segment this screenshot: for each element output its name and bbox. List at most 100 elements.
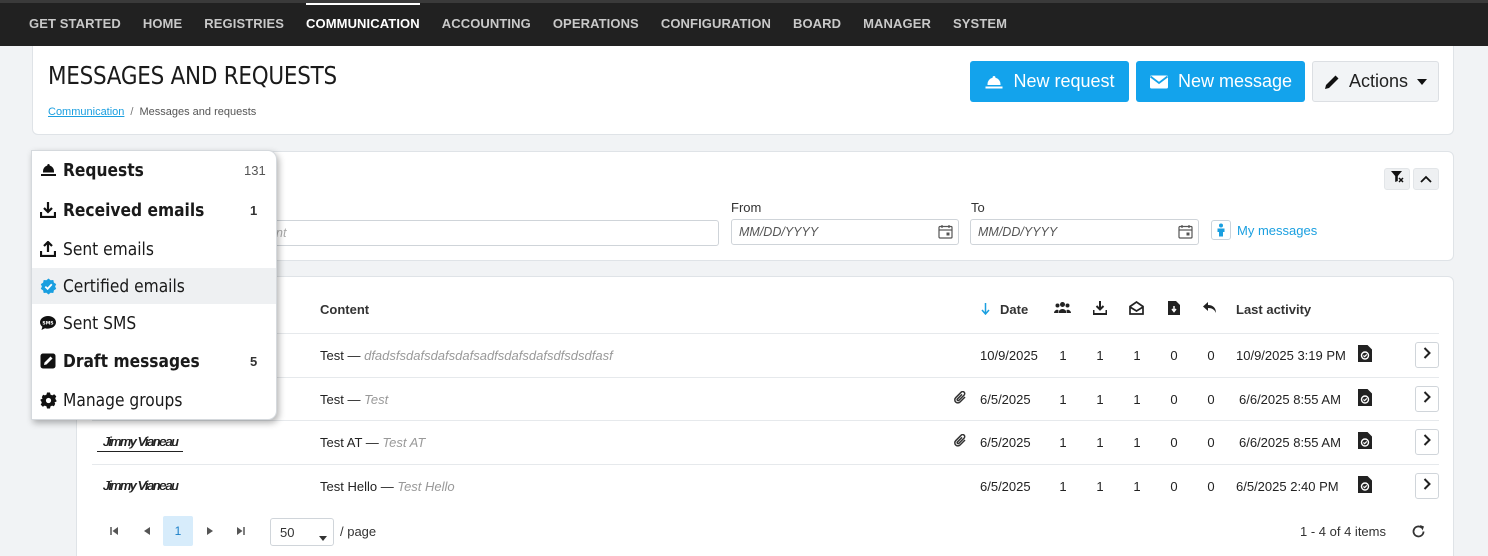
row-last-activity: 6/6/2025 8:55 AM: [1239, 392, 1341, 407]
reply-icon[interactable]: [1203, 301, 1217, 319]
row-content-title: Test: [320, 348, 344, 363]
row-downloaded-count: 0: [1170, 348, 1178, 363]
column-header-content[interactable]: Content: [320, 302, 369, 317]
to-label: To: [971, 200, 985, 215]
page-size-select[interactable]: 50: [270, 518, 334, 546]
search-input[interactable]: nt: [271, 220, 719, 246]
certified-document-icon[interactable]: [1358, 345, 1372, 367]
nav-item-board[interactable]: BOARD: [782, 0, 852, 46]
actions-dropdown-button[interactable]: Actions: [1312, 61, 1439, 102]
nav-item-get-started[interactable]: GET STARTED: [18, 0, 132, 46]
row-last-activity: 10/9/2025 3:19 PM: [1236, 348, 1346, 363]
to-date-input[interactable]: MM/DD/YYYY: [970, 219, 1199, 245]
message-category-menu: Requests 131 Received emails 1 Sent emai…: [31, 150, 277, 420]
nav-item-operations[interactable]: OPERATIONS: [542, 0, 650, 46]
caret-left-icon: [144, 524, 150, 538]
certified-document-icon[interactable]: [1358, 389, 1372, 411]
caret-right-icon: [207, 524, 213, 538]
open-row-button[interactable]: [1415, 386, 1439, 412]
menu-item-sent-sms[interactable]: SMS Sent SMS: [32, 305, 276, 341]
my-messages-label: My messages: [1237, 222, 1318, 238]
new-message-button[interactable]: New message: [1136, 61, 1305, 102]
breadcrumb-separator: /: [130, 106, 134, 118]
nav-item-registries[interactable]: REGISTRIES: [193, 0, 295, 46]
nav-item-configuration[interactable]: CONFIGURATION: [650, 0, 782, 46]
open-row-button[interactable]: [1415, 342, 1439, 368]
next-page-button[interactable]: [202, 516, 218, 546]
refresh-icon[interactable]: [1411, 524, 1426, 544]
row-received-count: 1: [1096, 435, 1104, 450]
svg-text:SMS: SMS: [42, 320, 53, 326]
menu-item-requests[interactable]: Requests 131: [32, 152, 276, 188]
caret-down-icon: [319, 529, 327, 544]
row-opened-count: 1: [1133, 392, 1141, 407]
bell-icon: [984, 74, 1004, 90]
row-recipients-count: 1: [1059, 479, 1067, 494]
open-row-button[interactable]: [1415, 473, 1439, 499]
row-replies-count: 0: [1207, 392, 1215, 407]
chevron-right-icon: [1423, 433, 1431, 451]
row-opened-count: 1: [1133, 435, 1141, 450]
nav-item-home[interactable]: HOME: [132, 0, 193, 46]
row-content-preview: dfadsfsdafsdafsdafsadfsdafsdafsdfsdsdfas…: [364, 348, 613, 363]
row-received-count: 1: [1096, 479, 1104, 494]
column-header-last-activity[interactable]: Last activity: [1236, 302, 1311, 317]
clear-filter-button[interactable]: [1384, 168, 1410, 190]
nav-item-accounting[interactable]: ACCOUNTING: [431, 0, 542, 46]
row-content-dash: —: [365, 435, 379, 450]
calendar-icon[interactable]: [1178, 224, 1193, 244]
chevron-right-icon: [1423, 477, 1431, 495]
pencil-icon: [1324, 74, 1340, 90]
download-icon: [39, 201, 57, 219]
new-request-button[interactable]: New request: [970, 61, 1129, 102]
menu-item-sent-emails[interactable]: Sent emails: [32, 231, 276, 267]
nav-item-system[interactable]: SYSTEM: [942, 0, 1018, 46]
last-page-icon: [236, 524, 245, 538]
column-header-date[interactable]: Date: [1000, 302, 1028, 317]
previous-page-button[interactable]: [139, 516, 155, 546]
menu-item-label: Draft messages: [63, 350, 200, 372]
row-received-count: 1: [1096, 392, 1104, 407]
collapse-filter-button[interactable]: [1413, 168, 1439, 190]
row-content-preview: Test Hello: [397, 479, 455, 494]
edit-icon: [39, 352, 57, 370]
first-page-button[interactable]: [106, 516, 122, 546]
open-row-button[interactable]: [1415, 429, 1439, 455]
table-row[interactable]: Jimmy Vianeau Test AT — Test AT 6/5/2025…: [92, 420, 1439, 464]
paperclip-icon: [954, 390, 967, 410]
envelope-open-icon[interactable]: [1129, 300, 1144, 320]
certified-document-icon[interactable]: [1358, 432, 1372, 454]
menu-item-certified-emails[interactable]: Certified emails: [32, 268, 276, 304]
new-request-label: New request: [1013, 71, 1115, 91]
my-messages-toggle[interactable]: My messages: [1211, 220, 1317, 240]
menu-item-label: Sent emails: [63, 238, 154, 260]
row-recipients-count: 1: [1059, 392, 1067, 407]
row-content-title: Test Hello: [320, 479, 378, 494]
users-icon[interactable]: [1054, 301, 1071, 319]
menu-item-manage-groups[interactable]: Manage groups: [32, 382, 276, 418]
breadcrumb-link-communication[interactable]: Communication: [48, 106, 124, 118]
nav-item-communication[interactable]: COMMUNICATION: [295, 0, 431, 46]
row-opened-count: 1: [1133, 348, 1141, 363]
messages-table: Content Date Last activity Test — dfadsf…: [76, 276, 1454, 556]
nav-item-manager[interactable]: MANAGER: [852, 0, 942, 46]
menu-item-received-emails[interactable]: Received emails 1: [32, 192, 276, 228]
table-row[interactable]: Test — Test 6/5/2025 1 1 1 0 0 6/6/2025 …: [92, 377, 1439, 421]
row-downloaded-count: 0: [1170, 479, 1178, 494]
from-date-input[interactable]: MM/DD/YYYY: [731, 219, 959, 245]
paperclip-icon: [954, 433, 967, 453]
certified-document-icon[interactable]: [1358, 476, 1372, 498]
download-icon[interactable]: [1092, 301, 1108, 320]
row-content: Test Hello — Test Hello: [320, 479, 455, 494]
row-sender: Jimmy Vianeau: [103, 478, 178, 493]
menu-item-draft-messages[interactable]: Draft messages 5: [32, 343, 276, 379]
file-download-icon[interactable]: [1168, 301, 1180, 320]
table-row[interactable]: Jimmy Vianeau Test Hello — Test Hello 6/…: [92, 464, 1439, 508]
table-row[interactable]: Test — dfadsfsdafsdafsdafsadfsdafsdafsdf…: [92, 333, 1439, 377]
last-page-button[interactable]: [232, 516, 248, 546]
row-content-title: Test AT: [320, 435, 363, 450]
search-placeholder: nt: [276, 226, 287, 240]
calendar-icon[interactable]: [938, 224, 953, 244]
page-number-button[interactable]: 1: [163, 516, 193, 546]
row-date: 6/5/2025: [980, 479, 1031, 494]
